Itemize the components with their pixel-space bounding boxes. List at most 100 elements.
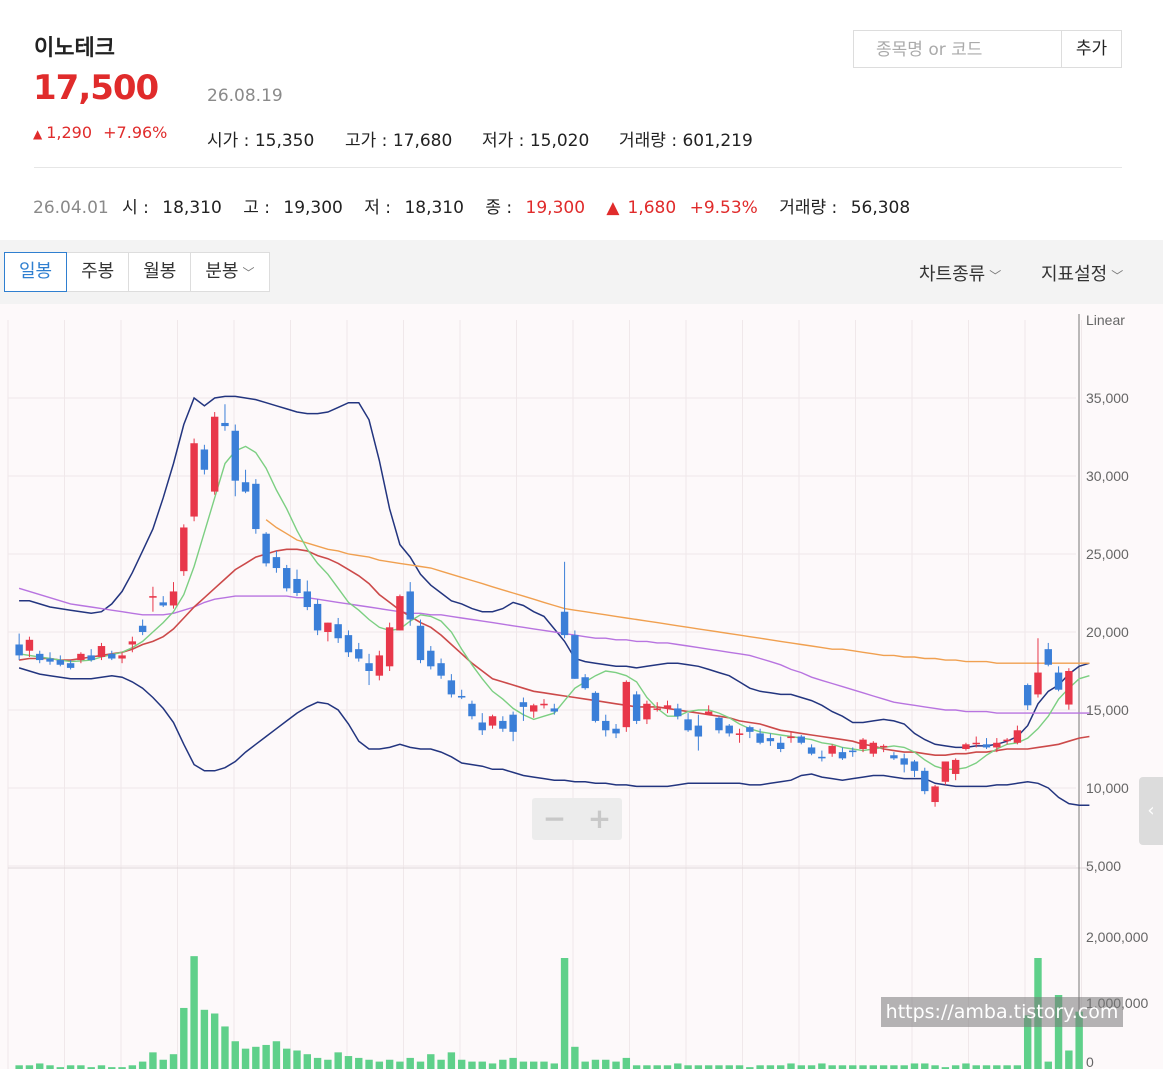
candle-body [787, 736, 795, 739]
volume-bar [1044, 1061, 1052, 1069]
volume-bar [416, 1061, 425, 1069]
candle-body [766, 738, 775, 742]
price-tick-label: 30,000 [1086, 468, 1129, 484]
candle-body [797, 736, 805, 743]
candle-body [982, 744, 991, 748]
candle-body [550, 708, 558, 712]
period-daily-button[interactable]: 일봉 [4, 252, 68, 292]
volume-bar [66, 1065, 75, 1069]
candle-body [221, 422, 229, 427]
up-triangle-icon: ▲ [606, 198, 620, 218]
candle-body [735, 733, 744, 735]
candle-body [643, 703, 651, 720]
candle-body [879, 745, 888, 748]
price-tick-label: 5,000 [1086, 858, 1121, 874]
add-button[interactable]: 추가 [1062, 30, 1122, 68]
chart-area[interactable]: Linear 35,000 30,000 25,000 20,000 15,000 10,0… [0, 304, 1163, 1070]
volume-bar [159, 1059, 167, 1069]
candle-body [488, 716, 497, 726]
candle-body [591, 692, 600, 721]
hover-open: 시 : 18,310 [122, 198, 222, 218]
candle-body [746, 727, 754, 732]
candle-body [416, 625, 425, 661]
candle-body [849, 750, 857, 753]
volume-bar [910, 1063, 919, 1069]
volume-bar [437, 1059, 445, 1069]
volume-tick-label: 2,000,000 [1086, 929, 1148, 945]
volume-bar [632, 1065, 641, 1069]
volume-bar [684, 1065, 692, 1069]
volume-bar [344, 1056, 353, 1069]
candle-body [169, 591, 178, 606]
period-selector: 일봉 주봉 월봉 분봉 ﹀ [4, 252, 270, 292]
volume-bar [478, 1061, 486, 1069]
volume-bar [602, 1059, 610, 1069]
candle-body [653, 708, 661, 710]
zoom-controls: − + [532, 798, 622, 840]
ma5-line [18, 445, 1090, 770]
quote-date: 26.08.19 [207, 86, 283, 106]
bollinger-lower-line [18, 667, 1090, 806]
indicator-settings-dropdown[interactable]: 지표설정 ﹀ [1041, 260, 1123, 286]
candle-body [931, 786, 939, 803]
zoom-in-button[interactable]: + [577, 798, 622, 840]
chart-toolbar: 일봉 주봉 월봉 분봉 ﹀ 차트종류 ﹀ 지표설정 ﹀ [0, 240, 1163, 304]
candle-body [210, 416, 219, 492]
volume-bar [149, 1052, 157, 1069]
candle-body [612, 728, 620, 734]
up-triangle-icon: ▲ [33, 127, 43, 141]
volume-bar [540, 1061, 548, 1069]
zoom-out-button[interactable]: − [532, 798, 577, 840]
volume-bar [694, 1065, 703, 1069]
candle-body [1054, 672, 1063, 690]
candle-body [1023, 685, 1032, 706]
price-tick-label: 10,000 [1086, 780, 1129, 796]
candle-body [159, 602, 167, 606]
volume-bar [77, 1065, 85, 1069]
volume-bar [797, 1065, 805, 1069]
volume-bar [334, 1052, 342, 1069]
candle-body [962, 744, 970, 749]
hover-date: 26.04.01 [33, 198, 109, 218]
volume-bar [221, 1026, 229, 1069]
volume-bar [890, 1065, 898, 1069]
stock-search-input[interactable]: 종목명 or 코드 [853, 30, 1062, 68]
candle-body [509, 714, 517, 732]
candle-body [1065, 671, 1073, 705]
volume-bar [283, 1048, 291, 1069]
volume-bar [365, 1059, 373, 1069]
candle-body [478, 722, 486, 731]
low-price: 저가 : 15,020 [482, 131, 590, 151]
volume-bar [138, 1061, 147, 1069]
volume-bar [869, 1065, 878, 1069]
volume-bar [776, 1065, 785, 1069]
volume-bar [200, 1009, 209, 1069]
period-monthly-button[interactable]: 월봉 [129, 253, 192, 291]
candle-body [272, 557, 281, 569]
candle-body [1003, 739, 1011, 742]
price-change: ▲ 1,290 +7.96% [33, 123, 167, 142]
volume-bar [355, 1057, 363, 1069]
volume-bar [622, 1057, 631, 1069]
candle-body [499, 720, 507, 729]
candle-body [231, 430, 239, 481]
volume-bar [663, 1065, 672, 1069]
volume-value: 거래량 : 601,219 [619, 131, 753, 151]
volume-bar [262, 1044, 270, 1069]
candlestick-chart[interactable]: Linear 35,000 30,000 25,000 20,000 15,000 10,0… [0, 304, 1163, 1070]
volume-bar [560, 958, 569, 1069]
chart-type-dropdown[interactable]: 차트종류 ﹀ [919, 260, 1001, 286]
candle-body [303, 591, 312, 608]
candle-body [571, 635, 579, 679]
period-minute-button[interactable]: 분봉 ﹀ [191, 253, 268, 291]
price-tick-label: 20,000 [1086, 624, 1129, 640]
period-weekly-button[interactable]: 주봉 [67, 253, 130, 291]
volume-bar [36, 1063, 44, 1069]
volume-bar [735, 1065, 744, 1069]
hover-low: 저 : 18,310 [364, 198, 464, 218]
candle-body [457, 695, 466, 698]
stock-name: 이노테크 [34, 36, 115, 61]
volume-bar [859, 1065, 867, 1069]
candle-body [138, 625, 147, 632]
side-panel-toggle[interactable]: ‹ [1139, 777, 1163, 845]
